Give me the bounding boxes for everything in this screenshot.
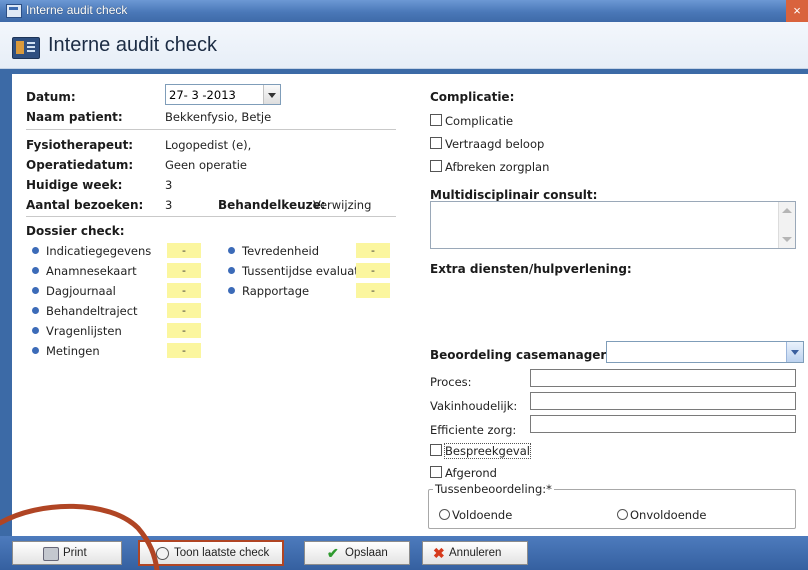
- bullet-icon: [32, 327, 39, 334]
- operatiedatum-value: Geen operatie: [165, 158, 247, 172]
- page-header: Interne audit check: [0, 22, 808, 69]
- dossier-item-anamnesekaart: Anamnesekaart: [32, 264, 137, 278]
- form-panel: Datum: 27- 3 -2013 Naam patient: Bekkenf…: [12, 74, 808, 536]
- huidige-week-value: 3: [165, 178, 173, 192]
- scrollbar[interactable]: [778, 202, 795, 248]
- onvoldoende-radio[interactable]: Onvoldoende: [617, 508, 706, 522]
- printer-icon: [43, 547, 59, 561]
- divider: [26, 216, 396, 217]
- huidige-week-label: Huidige week:: [26, 178, 123, 192]
- proces-label: Proces:: [430, 375, 472, 389]
- dossier-item-tussentijdse-evaluatie: Tussentijdse evaluatie: [228, 264, 369, 278]
- title-bar[interactable]: Interne audit check ×: [0, 0, 808, 22]
- divider: [26, 129, 396, 130]
- proces-input[interactable]: [530, 369, 796, 387]
- opslaan-button[interactable]: ✔ Opslaan: [304, 541, 410, 565]
- vertraagd-beloop-checkbox[interactable]: Vertraagd beloop: [430, 137, 544, 151]
- datum-label: Datum:: [26, 90, 76, 104]
- dossier-item-tevredenheid: Tevredenheid: [228, 244, 319, 258]
- bullet-icon: [228, 267, 235, 274]
- bullet-icon: [228, 247, 235, 254]
- dossier-flag: -: [167, 243, 201, 258]
- audit-assessment-section: Complicatie: Complicatie Vertraagd beloo…: [416, 74, 808, 536]
- operatiedatum-label: Operatiedatum:: [26, 158, 134, 172]
- bullet-icon: [32, 307, 39, 314]
- vakinhoudelijk-label: Vakinhoudelijk:: [430, 399, 518, 413]
- datum-dropdown[interactable]: 27- 3 -2013: [165, 84, 281, 105]
- bullet-icon: [32, 247, 39, 254]
- page-title: Interne audit check: [48, 34, 217, 56]
- action-bar: Print Toon laatste check ✔ Opslaan ✖ Ann…: [0, 536, 808, 570]
- bullet-icon: [32, 267, 39, 274]
- voldoende-radio[interactable]: Voldoende: [439, 508, 512, 522]
- dossier-flag: -: [167, 283, 201, 298]
- aantal-bezoeken-value: 3: [165, 198, 173, 212]
- window-title: Interne audit check: [26, 3, 128, 17]
- dossier-flag: -: [356, 283, 390, 298]
- aantal-bezoeken-label: Aantal bezoeken:: [26, 198, 144, 212]
- afbreken-zorgplan-checkbox[interactable]: Afbreken zorgplan: [430, 160, 549, 174]
- chevron-down-icon[interactable]: [786, 342, 803, 362]
- tussenbeoordeling-label: Tussenbeoordeling:*: [433, 482, 554, 496]
- close-button[interactable]: ×: [786, 0, 808, 22]
- clock-icon: [156, 547, 169, 560]
- cancel-x-icon: ✖: [433, 545, 445, 561]
- efficiente-zorg-label: Efficiente zorg:: [430, 423, 517, 437]
- afgerond-checkbox[interactable]: Afgerond: [430, 466, 497, 480]
- complicatie-heading: Complicatie:: [430, 90, 515, 104]
- dossier-flag: -: [356, 263, 390, 278]
- dossier-item-metingen: Metingen: [32, 344, 100, 358]
- vakinhoudelijk-input[interactable]: [530, 392, 796, 410]
- scroll-up-icon[interactable]: [782, 208, 792, 213]
- naam-patient-value: Bekkenfysio, Betje: [165, 110, 272, 124]
- dossier-flag: -: [356, 243, 390, 258]
- extra-diensten-label: Extra diensten/hulpverlening:: [430, 262, 632, 276]
- tussenbeoordeling-group: Tussenbeoordeling:* Voldoende Onvoldoend…: [428, 482, 796, 529]
- dossier-flag: -: [167, 303, 201, 318]
- app-window-icon: [6, 4, 22, 18]
- audit-window: Interne audit check × Interne audit chec…: [0, 0, 808, 570]
- fysiotherapeut-label: Fysiotherapeut:: [26, 138, 134, 152]
- bullet-icon: [32, 347, 39, 354]
- dossier-item-rapportage: Rapportage: [228, 284, 309, 298]
- efficiente-zorg-input[interactable]: [530, 415, 796, 433]
- dossier-item-dagjournaal: Dagjournaal: [32, 284, 116, 298]
- bullet-icon: [32, 287, 39, 294]
- dossier-flag: -: [167, 343, 201, 358]
- beoordeling-casemanager-dropdown[interactable]: [606, 341, 804, 363]
- dossier-check-label: Dossier check:: [26, 224, 125, 238]
- datum-value: 27- 3 -2013: [169, 88, 236, 102]
- behandelkeuze-label: Behandelkeuze:: [218, 198, 326, 212]
- behandelkeuze-value: Verwijzing: [313, 198, 372, 212]
- checkmark-icon: ✔: [327, 545, 339, 561]
- multidisciplinair-label: Multidisciplinair consult:: [430, 188, 598, 202]
- dossier-flag: -: [167, 323, 201, 338]
- bespreekgeval-checkbox[interactable]: Bespreekgeval: [430, 443, 531, 459]
- dossier-item-indicatiegegevens: Indicatiegegevens: [32, 244, 151, 258]
- dossier-flag: -: [167, 263, 201, 278]
- complicatie-checkbox[interactable]: Complicatie: [430, 114, 513, 128]
- scroll-down-icon[interactable]: [782, 237, 792, 242]
- print-button[interactable]: Print: [12, 541, 122, 565]
- fysiotherapeut-value: Logopedist (e),: [165, 138, 252, 152]
- annuleren-button[interactable]: ✖ Annuleren: [422, 541, 528, 565]
- multidisciplinair-textarea[interactable]: [430, 201, 796, 249]
- patient-info-section: Datum: 27- 3 -2013 Naam patient: Bekkenf…: [12, 74, 412, 536]
- bullet-icon: [228, 287, 235, 294]
- beoordeling-casemanager-label: Beoordeling casemanager:*: [430, 348, 618, 362]
- chevron-down-icon[interactable]: [263, 85, 280, 104]
- naam-patient-label: Naam patient:: [26, 110, 123, 124]
- toon-laatste-check-button[interactable]: Toon laatste check: [138, 540, 284, 566]
- form-icon: [12, 37, 40, 59]
- dossier-item-vragenlijsten: Vragenlijsten: [32, 324, 122, 338]
- dossier-item-behandeltraject: Behandeltraject: [32, 304, 138, 318]
